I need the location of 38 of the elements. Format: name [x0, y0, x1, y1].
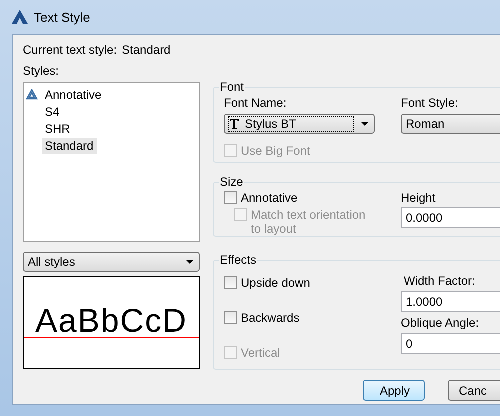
- checkbox[interactable]: [224, 276, 237, 289]
- cancel-button[interactable]: Canc: [448, 380, 500, 401]
- current-style-label: Current text style:: [23, 43, 118, 58]
- checkbox-label: Match text orientation to layout: [251, 208, 367, 236]
- checkbox[interactable]: [224, 191, 237, 204]
- checkbox-label: Annotative: [241, 191, 298, 205]
- styles-label: Styles:: [23, 64, 60, 79]
- width-factor-field[interactable]: 1.0000: [401, 291, 500, 312]
- checkbox-label: Vertical: [241, 346, 280, 360]
- checkbox-label: Upside down: [241, 276, 310, 290]
- font-style-dropdown[interactable]: Roman: [401, 114, 500, 134]
- current-style-value: Standard: [122, 43, 171, 58]
- font-style-label: Font Style:: [401, 96, 460, 111]
- width-factor-label: Width Factor:: [404, 274, 476, 288]
- checkbox-label: Use Big Font: [241, 144, 310, 158]
- style-item[interactable]: Annotative: [42, 86, 105, 102]
- apply-button[interactable]: Apply: [363, 380, 425, 401]
- height-label: Height: [401, 191, 437, 205]
- style-item[interactable]: Standard: [42, 138, 97, 154]
- app-logo-icon: [12, 10, 28, 24]
- height-field[interactable]: 0.0000: [401, 207, 500, 228]
- style-item[interactable]: SHR: [42, 120, 74, 136]
- caret-icon: [186, 260, 194, 264]
- checkbox-label: Backwards: [241, 311, 300, 325]
- style-item[interactable]: S4: [42, 104, 63, 120]
- font-name-label: Font Name:: [224, 96, 288, 111]
- caret-icon: [361, 122, 369, 126]
- font-name-dropdown[interactable]: Stylus BT: [224, 114, 375, 134]
- oblique-angle-field[interactable]: 0: [401, 333, 500, 354]
- preview-sample-text: AaBbCcD: [36, 305, 188, 337]
- window-title: Text Style: [34, 10, 90, 24]
- oblique-angle-label: Oblique Angle:: [401, 316, 480, 330]
- styles-filter-dropdown[interactable]: All styles: [23, 252, 200, 272]
- font-group-title: Font: [219, 80, 246, 94]
- checkbox[interactable]: [224, 311, 237, 324]
- truetype-icon: [229, 118, 242, 130]
- size-group-title: Size: [219, 175, 244, 189]
- effects-group-title: Effects: [219, 253, 258, 267]
